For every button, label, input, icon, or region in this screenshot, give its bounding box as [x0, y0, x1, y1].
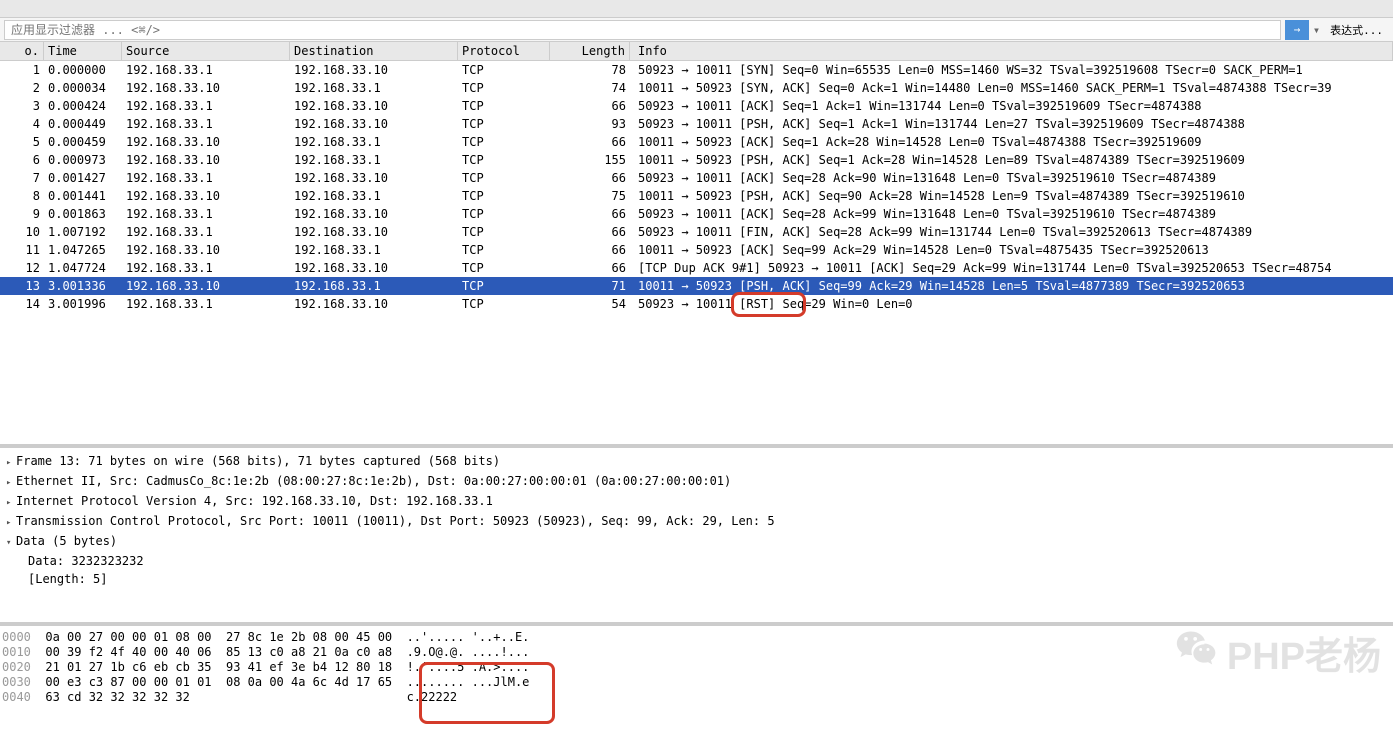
packet-row[interactable]: 80.001441192.168.33.10192.168.33.1TCP751… [0, 187, 1393, 205]
detail-line[interactable]: Transmission Control Protocol, Src Port:… [6, 512, 1387, 532]
packet-list-pane[interactable]: o. Time Source Destination Protocol Leng… [0, 42, 1393, 448]
packet-row[interactable]: 30.000424192.168.33.1192.168.33.10TCP665… [0, 97, 1393, 115]
detail-line[interactable]: Internet Protocol Version 4, Src: 192.16… [6, 492, 1387, 512]
detail-line[interactable]: Frame 13: 71 bytes on wire (568 bits), 7… [6, 452, 1387, 472]
col-time[interactable]: Time [44, 42, 122, 60]
filter-input[interactable] [4, 20, 1281, 40]
packet-details-pane[interactable]: Frame 13: 71 bytes on wire (568 bits), 7… [0, 448, 1393, 626]
col-info[interactable]: Info [630, 42, 1393, 60]
packet-row[interactable]: 60.000973192.168.33.10192.168.33.1TCP155… [0, 151, 1393, 169]
packet-row[interactable]: 40.000449192.168.33.1192.168.33.10TCP935… [0, 115, 1393, 133]
col-source[interactable]: Source [122, 42, 290, 60]
packet-row[interactable]: 111.047265192.168.33.10192.168.33.1TCP66… [0, 241, 1393, 259]
detail-line[interactable]: Data (5 bytes) [6, 532, 1387, 552]
packet-row[interactable]: 20.000034192.168.33.10192.168.33.1TCP741… [0, 79, 1393, 97]
watermark: PHP老杨 [1175, 625, 1381, 680]
packet-list-header: o. Time Source Destination Protocol Leng… [0, 42, 1393, 61]
detail-line[interactable]: [Length: 5] [6, 570, 1387, 588]
packet-row[interactable]: 121.047724192.168.33.1192.168.33.10TCP66… [0, 259, 1393, 277]
detail-line[interactable]: Data: 3232323232 [6, 552, 1387, 570]
expression-button[interactable]: 表达式... [1324, 22, 1389, 38]
toolbar [0, 0, 1393, 18]
packet-row[interactable]: 101.007192192.168.33.1192.168.33.10TCP66… [0, 223, 1393, 241]
packet-row[interactable]: 90.001863192.168.33.1192.168.33.10TCP665… [0, 205, 1393, 223]
detail-line[interactable]: Ethernet II, Src: CadmusCo_8c:1e:2b (08:… [6, 472, 1387, 492]
col-no[interactable]: o. [0, 42, 44, 60]
filter-bar: → ▾ 表达式... [0, 18, 1393, 42]
packet-row[interactable]: 70.001427192.168.33.1192.168.33.10TCP665… [0, 169, 1393, 187]
apply-filter-button[interactable]: → [1285, 20, 1309, 40]
col-length[interactable]: Length [550, 42, 630, 60]
packet-row[interactable]: 10.000000192.168.33.1192.168.33.10TCP785… [0, 61, 1393, 79]
watermark-text: PHP老杨 [1227, 625, 1381, 680]
packet-row[interactable]: 133.001336192.168.33.10192.168.33.1TCP71… [0, 277, 1393, 295]
packet-row[interactable]: 143.001996192.168.33.1192.168.33.10TCP54… [0, 295, 1393, 313]
filter-dropdown-icon[interactable]: ▾ [1309, 23, 1324, 37]
col-destination[interactable]: Destination [290, 42, 458, 60]
hex-line[interactable]: 0040 63 cd 32 32 32 32 32 c.22222 [2, 690, 1391, 705]
wechat-icon [1175, 626, 1219, 680]
packet-row[interactable]: 50.000459192.168.33.10192.168.33.1TCP661… [0, 133, 1393, 151]
col-protocol[interactable]: Protocol [458, 42, 550, 60]
